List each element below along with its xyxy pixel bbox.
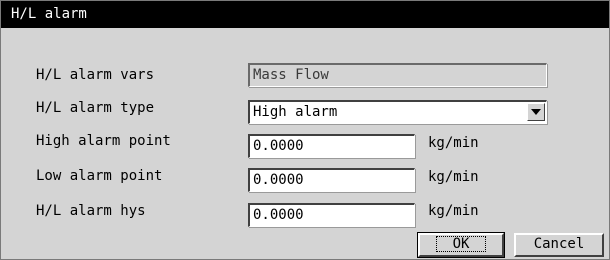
- high-alarm-input[interactable]: 0.0000: [248, 134, 415, 158]
- low-alarm-unit: kg/min: [428, 169, 479, 185]
- window-title[interactable]: H/L alarm: [1, 1, 609, 28]
- low-alarm-label: Low alarm point: [36, 168, 163, 184]
- dropdown-button[interactable]: [527, 103, 545, 121]
- high-alarm-unit: kg/min: [428, 135, 479, 151]
- alarm-type-value: High alarm: [253, 104, 338, 120]
- alarm-type-label: H/L alarm type: [36, 100, 155, 116]
- alarm-type-select[interactable]: High alarm: [248, 100, 547, 124]
- ok-button[interactable]: OK: [417, 232, 505, 258]
- alarm-vars-label: H/L alarm vars: [36, 67, 155, 83]
- hys-unit: kg/min: [428, 203, 479, 219]
- chevron-down-icon: [531, 109, 541, 115]
- cancel-button[interactable]: Cancel: [514, 233, 604, 257]
- high-alarm-label: High alarm point: [36, 133, 171, 149]
- ok-button-label: OK: [435, 236, 487, 252]
- hys-label: H/L alarm hys: [36, 203, 146, 219]
- hys-value: 0.0000: [253, 207, 304, 223]
- high-alarm-value: 0.0000: [253, 138, 304, 154]
- alarm-vars-value: Mass Flow: [253, 67, 329, 83]
- alarm-dialog: H/L alarm H/L alarm vars Mass Flow H/L a…: [0, 0, 610, 260]
- low-alarm-value: 0.0000: [253, 172, 304, 188]
- hys-input[interactable]: 0.0000: [248, 203, 415, 227]
- alarm-vars-field: Mass Flow: [248, 63, 547, 87]
- low-alarm-input[interactable]: 0.0000: [248, 168, 415, 192]
